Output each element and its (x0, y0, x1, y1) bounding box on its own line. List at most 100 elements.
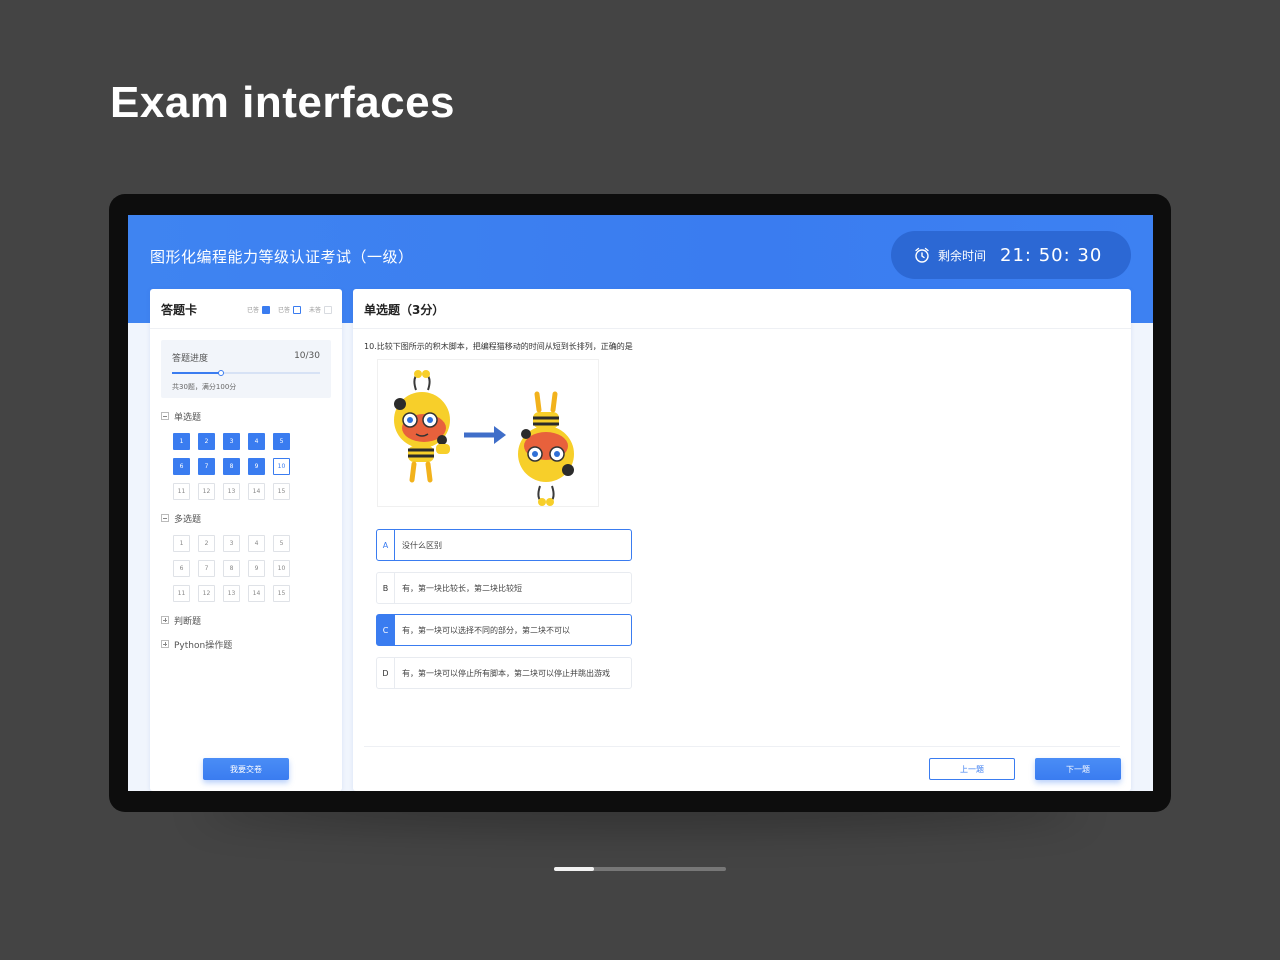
progress-knob (218, 370, 225, 376)
section-true-false: 判断题 (161, 613, 331, 627)
section-header[interactable]: 单选题 (161, 409, 331, 423)
question-grid: 1 2 3 4 5 6 7 8 9 10 11 12 13 14 15 (173, 535, 331, 602)
timer-label: 剩余时间 (938, 248, 987, 263)
showcase-title: Exam interfaces (110, 78, 456, 127)
question-grid: 1 2 3 4 5 6 7 8 9 10 11 12 13 14 15 (173, 433, 331, 500)
progress-note: 共30题，满分100分 (172, 383, 237, 391)
cat-character-upside-down-icon (518, 391, 574, 506)
countdown-timer: 剩余时间 21: 50: 30 (891, 231, 1131, 279)
question-number-cell[interactable]: 4 (248, 535, 265, 552)
section-label: Python操作题 (174, 640, 233, 651)
section-header[interactable]: 多选题 (161, 511, 331, 525)
question-number-cell[interactable]: 2 (198, 535, 215, 552)
option-a[interactable]: A 没什么区别 (376, 529, 632, 561)
option-b[interactable]: B 有，第一块比较长，第二块比较短 (376, 572, 632, 604)
question-number-cell[interactable]: 14 (248, 483, 265, 500)
question-number-cell[interactable]: 4 (248, 433, 265, 450)
question-number-cell[interactable]: 9 (248, 560, 265, 577)
section-label: 判断题 (174, 616, 202, 627)
question-number-cell[interactable]: 10 (273, 458, 290, 475)
timer-value: 21: 50: 30 (1000, 244, 1103, 266)
option-text: 有，第一块比较长，第二块比较短 (402, 583, 522, 593)
section-label: 单选题 (174, 412, 202, 423)
question-number-cell[interactable]: 10 (273, 560, 290, 577)
legend-answered: 已答 (247, 305, 270, 314)
expand-icon[interactable] (161, 616, 169, 624)
question-number-cell[interactable]: 9 (248, 458, 265, 475)
collapse-icon[interactable] (161, 412, 169, 420)
collapse-icon[interactable] (161, 514, 169, 522)
option-d[interactable]: D 有，第一块可以停止所有脚本，第二块可以停止并跳出游戏 (376, 657, 632, 689)
question-number-cell[interactable]: 15 (273, 483, 290, 500)
question-number-cell[interactable]: 7 (198, 560, 215, 577)
question-number-cell[interactable]: 12 (198, 585, 215, 602)
question-panel: 单选题（3分） 10.比较下图所示的积木脚本，把编程猫移动的时间从短到长排列，正… (353, 289, 1131, 791)
legend-marked: 已答 (278, 305, 301, 314)
option-letter: C (377, 615, 395, 645)
answer-card-header: 答题卡 已答 已答 未答 (150, 289, 342, 329)
marked-swatch (292, 305, 301, 314)
question-number-cell[interactable]: 13 (223, 483, 240, 500)
progress-fill (172, 372, 222, 374)
exam-screen: 图形化编程能力等级认证考试（一级） 剩余时间 21: 50: 30 答题卡 已答… (128, 215, 1153, 791)
legend-marked-label: 已答 (277, 307, 290, 314)
option-letter: D (377, 658, 395, 688)
option-letter: B (377, 573, 395, 603)
coding-cat-illustration (394, 370, 574, 506)
question-text: 10.比较下图所示的积木脚本，把编程猫移动的时间从短到长排列，正确的是 (364, 342, 633, 351)
unanswered-swatch (324, 305, 332, 314)
legend-unanswered: 未答 (309, 305, 332, 314)
pager-active-segment (554, 867, 594, 871)
option-c[interactable]: C 有，第一块可以选择不同的部分，第二块不可以 (376, 614, 632, 646)
section-python: Python操作题 (161, 637, 331, 651)
exam-title: 图形化编程能力等级认证考试（一级） (150, 248, 414, 266)
question-number-cell[interactable]: 6 (173, 560, 190, 577)
section-single-choice: 单选题 1 2 3 4 5 6 7 8 9 10 11 12 13 14 15 (161, 409, 331, 500)
question-type-title: 单选题（3分） (364, 303, 445, 317)
question-number-cell[interactable]: 5 (273, 433, 290, 450)
option-text: 没什么区别 (402, 540, 442, 550)
section-label: 多选题 (174, 514, 202, 525)
status-legend: 已答 已答 未答 (239, 305, 332, 314)
question-number-cell[interactable]: 6 (173, 458, 190, 475)
expand-icon[interactable] (161, 640, 169, 648)
question-number-cell[interactable]: 7 (198, 458, 215, 475)
question-number-cell[interactable]: 1 (173, 433, 190, 450)
question-number-cell[interactable]: 15 (273, 585, 290, 602)
question-number-cell[interactable]: 3 (223, 433, 240, 450)
answer-card-panel: 答题卡 已答 已答 未答 答题进度 10/30 共30题，满分100分 单选题 … (150, 289, 342, 791)
previous-question-button[interactable]: 上一题 (929, 758, 1015, 780)
option-text: 有，第一块可以选择不同的部分，第二块不可以 (402, 625, 570, 635)
answer-card-title: 答题卡 (161, 303, 198, 317)
cat-character-left-icon (394, 370, 450, 483)
right-arrow-icon (464, 426, 506, 444)
legend-unanswered-label: 未答 (308, 307, 321, 314)
question-number-cell[interactable]: 1 (173, 535, 190, 552)
option-text: 有，第一块可以停止所有脚本，第二块可以停止并跳出游戏 (402, 668, 610, 678)
progress-box: 答题进度 10/30 共30题，满分100分 (161, 340, 331, 398)
question-number-cell[interactable]: 8 (223, 458, 240, 475)
progress-bar (172, 370, 320, 376)
question-figure (377, 359, 599, 507)
submit-exam-button[interactable]: 我要交卷 (203, 758, 289, 780)
question-number-cell[interactable]: 11 (173, 585, 190, 602)
section-multi-choice: 多选题 1 2 3 4 5 6 7 8 9 10 11 12 13 14 15 (161, 511, 331, 602)
question-number-cell[interactable]: 2 (198, 433, 215, 450)
carousel-pager[interactable] (554, 867, 726, 871)
next-question-button[interactable]: 下一题 (1035, 758, 1121, 780)
question-number-cell[interactable]: 3 (223, 535, 240, 552)
alarm-clock-icon (913, 246, 931, 264)
section-header[interactable]: 判断题 (161, 613, 331, 627)
question-number-cell[interactable]: 5 (273, 535, 290, 552)
question-number-cell[interactable]: 12 (198, 483, 215, 500)
question-number-cell[interactable]: 11 (173, 483, 190, 500)
option-letter: A (377, 530, 395, 560)
progress-label: 答题进度 (172, 354, 209, 364)
section-header[interactable]: Python操作题 (161, 637, 331, 651)
question-panel-header: 单选题（3分） (353, 289, 1131, 329)
question-number-cell[interactable]: 13 (223, 585, 240, 602)
question-number-cell[interactable]: 14 (248, 585, 265, 602)
progress-count: 10/30 (294, 351, 320, 361)
tablet-frame: 图形化编程能力等级认证考试（一级） 剩余时间 21: 50: 30 答题卡 已答… (109, 194, 1171, 812)
question-number-cell[interactable]: 8 (223, 560, 240, 577)
